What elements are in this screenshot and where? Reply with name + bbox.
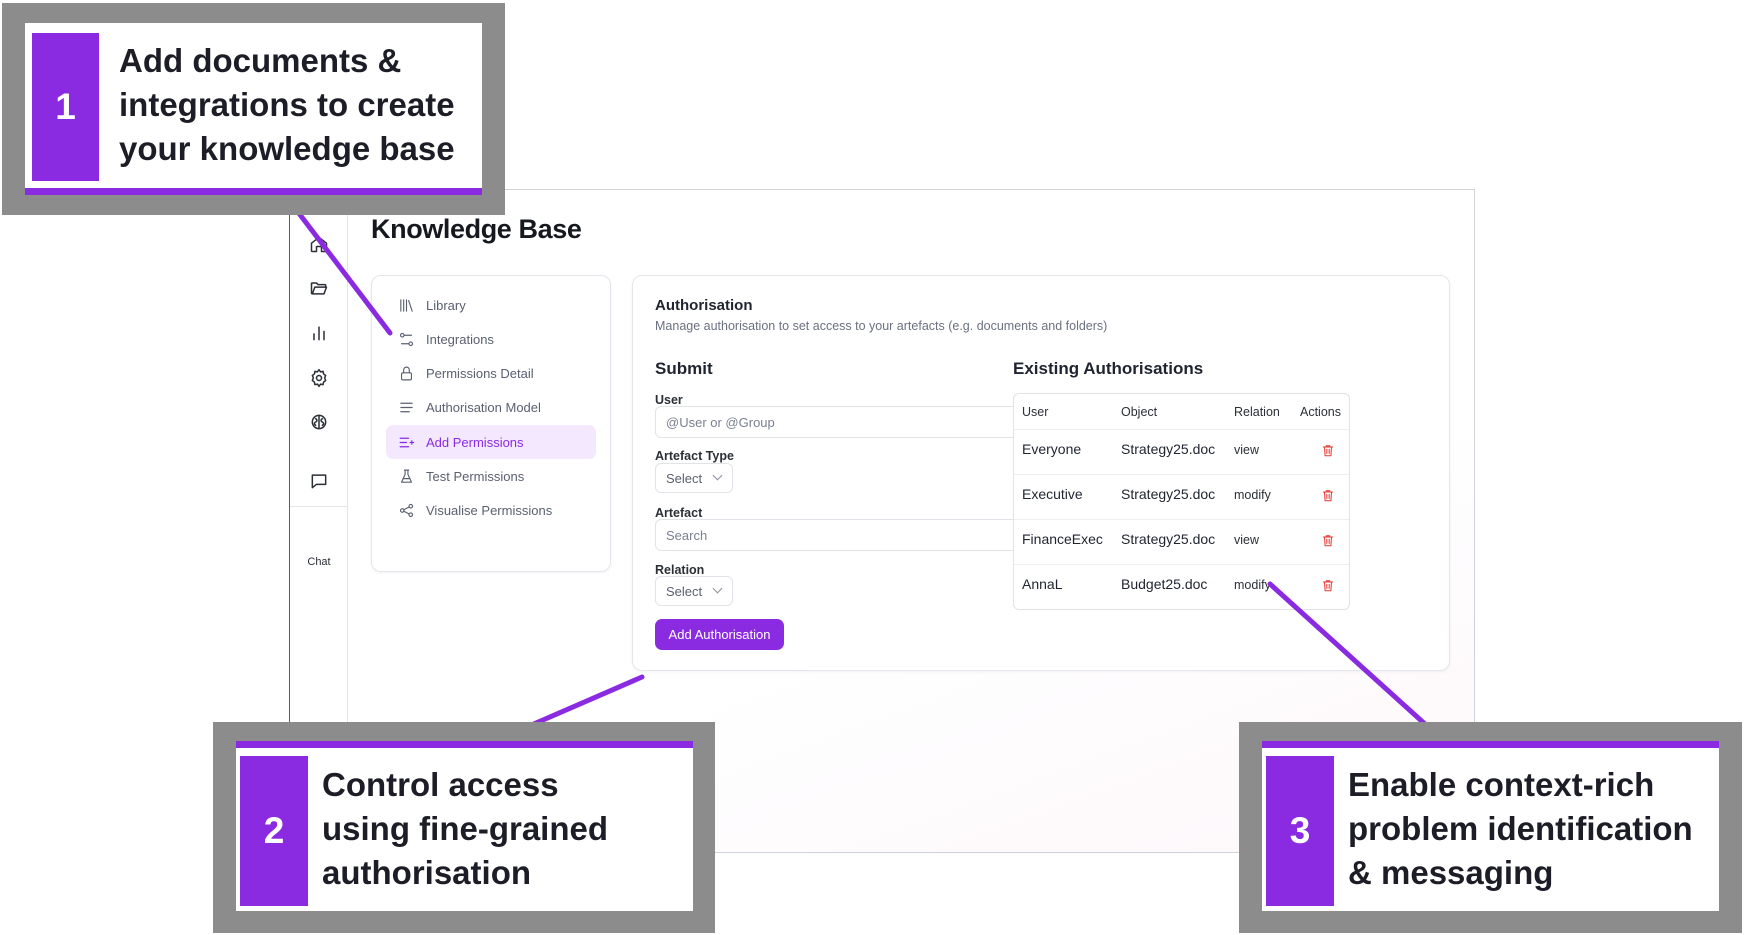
callout-2-card: 2 Control access using fine-grained auth… — [236, 741, 693, 911]
callout-1-line: Add documents & — [119, 42, 402, 79]
add-authorisation-button[interactable]: Add Authorisation — [655, 619, 784, 650]
subnav-item-integrations[interactable]: Integrations — [386, 322, 596, 356]
home-icon[interactable] — [307, 232, 331, 256]
folder-open-icon[interactable] — [307, 276, 331, 300]
chevron-down-icon — [712, 583, 723, 594]
callout-3-card: 3 Enable context-rich problem identifica… — [1262, 741, 1719, 911]
subnav-item-visualise-permissions[interactable]: Visualise Permissions — [386, 493, 596, 527]
knowledge-base-subnav: Library Integrations Permissions Detail … — [371, 275, 611, 572]
callout-2-line: authorisation — [322, 854, 532, 891]
callout-3-line: problem identification — [1348, 810, 1693, 847]
header-divider — [1014, 429, 1349, 430]
callout-1-card: 1 Add documents & integrations to create… — [25, 23, 482, 195]
subnav-item-label: Add Permissions — [426, 434, 524, 450]
subnav-item-label: Test Permissions — [426, 468, 525, 484]
cell-user: Everyone — [1022, 441, 1082, 457]
chat-label[interactable]: Chat — [290, 556, 348, 568]
callout-2-accent-bar — [236, 741, 693, 748]
trash-icon[interactable] — [1321, 578, 1335, 593]
callout-3-line: & messaging — [1348, 854, 1554, 891]
subnav-item-authorisation-model[interactable]: Authorisation Model — [386, 390, 596, 424]
callout-1-accent-bar — [25, 188, 482, 195]
subnav-item-label: Integrations — [426, 331, 494, 347]
user-input[interactable] — [655, 406, 1029, 438]
subnav-item-library[interactable]: Library — [386, 288, 596, 322]
artefact-label: Artefact — [655, 506, 703, 520]
subnav-item-label: Authorisation Model — [426, 399, 541, 415]
lines-icon — [400, 402, 413, 412]
callout-3-text: Enable context-rich problem identificati… — [1348, 763, 1693, 895]
authorisations-table: User Object Relation Actions Everyone St… — [1013, 393, 1350, 610]
relation-value: Select — [666, 583, 703, 599]
cell-relation: modify — [1234, 578, 1271, 592]
brain-icon[interactable] — [307, 410, 331, 434]
relation-select[interactable]: Select — [655, 576, 733, 606]
callout-2-line: Control access — [322, 766, 559, 803]
callout-3: 3 Enable context-rich problem identifica… — [1239, 722, 1742, 933]
cell-object: Budget25.doc — [1121, 576, 1208, 592]
cell-relation: view — [1234, 533, 1260, 547]
add-list-icon — [399, 437, 415, 447]
callout-3-accent-bar — [1262, 741, 1719, 748]
cell-relation: view — [1234, 443, 1260, 457]
callout-1-line: integrations to create — [119, 86, 455, 123]
callout-3-number: 3 — [1266, 756, 1334, 906]
flask-icon — [400, 469, 413, 483]
chevron-down-icon — [712, 470, 723, 481]
cell-object: Strategy25.doc — [1121, 531, 1216, 547]
callout-1: 1 Add documents & integrations to create… — [2, 3, 505, 215]
artefact-search-input[interactable] — [655, 519, 1029, 551]
panel-title: Authorisation — [655, 297, 753, 314]
user-label: User — [655, 393, 683, 407]
cell-object: Strategy25.doc — [1121, 441, 1216, 457]
column-header-object: Object — [1121, 405, 1158, 419]
trash-icon[interactable] — [1321, 533, 1335, 548]
subnav-item-label: Visualise Permissions — [426, 502, 553, 518]
page-title: Knowledge Base — [371, 214, 582, 244]
library-icon — [400, 298, 413, 312]
share-nodes-icon — [399, 503, 414, 517]
column-header-user: User — [1022, 405, 1049, 419]
relation-label: Relation — [655, 563, 705, 577]
rail-divider — [290, 506, 348, 507]
callout-2-text: Control access using fine-grained author… — [322, 763, 608, 895]
cell-user: FinanceExec — [1022, 531, 1103, 547]
callout-1-number: 1 — [32, 33, 99, 181]
callout-2-line: using fine-grained — [322, 810, 609, 847]
submit-heading: Submit — [655, 359, 713, 378]
panel-description: Manage authorisation to set access to yo… — [655, 319, 1108, 333]
cell-user: AnnaL — [1022, 576, 1063, 592]
subnav-item-add-permissions[interactable]: Add Permissions — [386, 425, 596, 459]
callout-1-line: your knowledge base — [119, 130, 455, 167]
cell-user: Executive — [1022, 486, 1083, 502]
row-divider — [1014, 474, 1349, 475]
subnav-item-test-permissions[interactable]: Test Permissions — [386, 459, 596, 493]
lock-icon — [400, 366, 413, 380]
integrations-icon — [399, 332, 414, 346]
row-divider — [1014, 519, 1349, 520]
callout-3-line: Enable context-rich — [1348, 766, 1655, 803]
authorisation-panel: Authorisation Manage authorisation to se… — [632, 275, 1450, 671]
settings-gear-icon[interactable] — [307, 366, 331, 390]
artefact-type-select[interactable]: Select — [655, 463, 733, 493]
callout-2: 2 Control access using fine-grained auth… — [213, 722, 715, 933]
subnav-item-label: Library — [426, 297, 466, 313]
artefact-type-label: Artefact Type — [655, 449, 734, 463]
callout-1-text: Add documents & integrations to create y… — [119, 39, 455, 171]
trash-icon[interactable] — [1321, 488, 1335, 503]
column-header-actions: Actions — [1300, 405, 1341, 419]
chat-icon[interactable] — [307, 469, 331, 493]
row-divider — [1014, 564, 1349, 565]
artefact-type-value: Select — [666, 470, 703, 486]
subnav-item-label: Permissions Detail — [426, 365, 534, 381]
subnav-item-permissions-detail[interactable]: Permissions Detail — [386, 356, 596, 390]
column-header-relation: Relation — [1234, 405, 1280, 419]
existing-authorisations-heading: Existing Authorisations — [1013, 359, 1204, 378]
cell-relation: modify — [1234, 488, 1271, 502]
cell-object: Strategy25.doc — [1121, 486, 1216, 502]
trash-icon[interactable] — [1321, 443, 1335, 458]
callout-2-number: 2 — [240, 756, 308, 906]
bar-chart-icon[interactable] — [307, 321, 331, 345]
